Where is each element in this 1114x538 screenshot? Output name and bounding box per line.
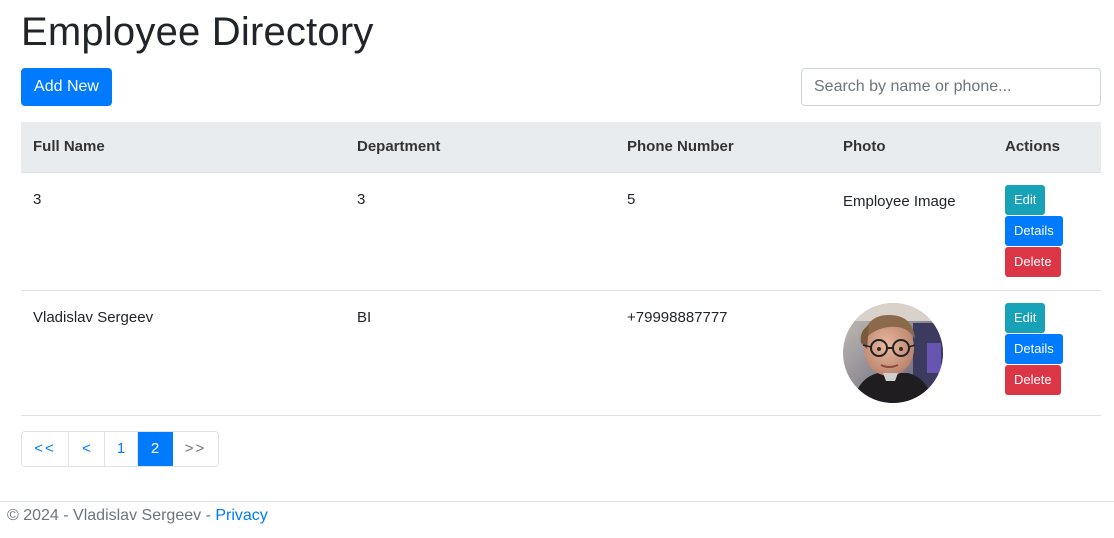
column-header-phone-number: Phone Number: [615, 122, 831, 173]
delete-button[interactable]: Delete: [1005, 246, 1061, 277]
table-header-row: Full Name Department Phone Number Photo …: [21, 122, 1101, 173]
pagination-last-button[interactable]: >>: [173, 432, 218, 466]
cell-photo: [831, 290, 993, 416]
row-actions: Edit Details Delete: [1005, 184, 1089, 277]
page-title: Employee Directory: [21, 10, 374, 54]
pagination: << < 1 2 >>: [21, 431, 219, 467]
cell-full-name: Vladislav Sergeev: [21, 290, 345, 416]
column-header-actions: Actions: [993, 122, 1101, 173]
edit-button[interactable]: Edit: [1005, 184, 1046, 215]
pagination-prev-button[interactable]: <: [69, 432, 105, 466]
table-header: Full Name Department Phone Number Photo …: [21, 122, 1101, 173]
pagination-page-2-current[interactable]: 2: [138, 432, 173, 466]
cell-actions: Edit Details Delete: [993, 290, 1101, 416]
pagination-page-1[interactable]: 1: [105, 432, 138, 466]
avatar-photo-icon: [843, 302, 943, 403]
column-header-full-name: Full Name: [21, 122, 345, 173]
pagination-first-button[interactable]: <<: [22, 432, 69, 466]
table-row: Vladislav Sergeev BI +79998887777 Edit D…: [21, 290, 1101, 416]
footer-copyright: © 2024 - Vladislav Sergeev -: [7, 507, 211, 524]
privacy-link[interactable]: Privacy: [215, 507, 267, 524]
cell-department: BI: [345, 290, 615, 416]
cell-phone-number: +79998887777: [615, 290, 831, 416]
cell-full-name: 3: [21, 172, 345, 291]
row-actions: Edit Details Delete: [1005, 302, 1089, 395]
edit-button[interactable]: Edit: [1005, 302, 1046, 333]
table-row: 3 3 5 Employee Image Edit Details Delete: [21, 172, 1101, 291]
footer-text: © 2024 - Vladislav Sergeev - Privacy: [7, 507, 268, 525]
details-button[interactable]: Details: [1005, 333, 1063, 364]
column-header-department: Department: [345, 122, 615, 173]
column-header-photo: Photo: [831, 122, 993, 173]
add-new-button[interactable]: Add New: [21, 68, 112, 106]
table-body: 3 3 5 Employee Image Edit Details Delete: [21, 172, 1101, 416]
employee-table: Full Name Department Phone Number Photo …: [21, 122, 1101, 416]
footer: © 2024 - Vladislav Sergeev - Privacy: [0, 501, 1114, 538]
cell-department: 3: [345, 172, 615, 291]
cell-phone-number: 5: [615, 172, 831, 291]
employee-avatar: [843, 302, 943, 403]
details-button[interactable]: Details: [1005, 215, 1063, 246]
delete-button[interactable]: Delete: [1005, 364, 1061, 395]
cell-photo: Employee Image: [831, 172, 993, 291]
cell-actions: Edit Details Delete: [993, 172, 1101, 291]
page: Employee Directory Add New Full Name Dep…: [0, 0, 1114, 538]
search-input[interactable]: [801, 68, 1101, 106]
employee-image-alt-text: Employee Image: [843, 192, 956, 210]
